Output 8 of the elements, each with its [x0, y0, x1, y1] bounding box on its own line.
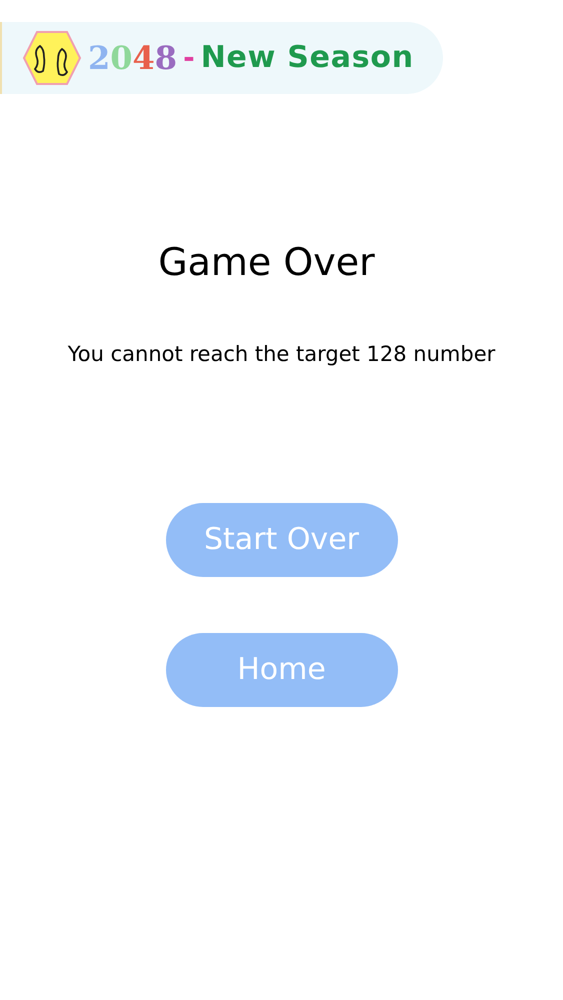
logo-title: New Season — [200, 43, 414, 73]
logo-number: 2048 — [88, 42, 178, 74]
logo-dash: - — [183, 44, 195, 72]
footprints-icon — [22, 30, 82, 86]
game-over-heading: Game Over — [158, 239, 375, 286]
home-button[interactable]: Home — [166, 632, 398, 706]
start-over-button[interactable]: Start Over — [166, 502, 398, 576]
result-message: You cannot reach the target 128 number — [68, 341, 496, 368]
